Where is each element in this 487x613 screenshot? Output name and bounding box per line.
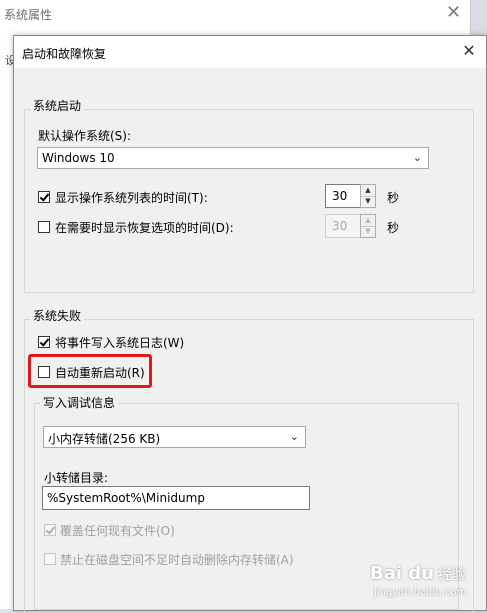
overwrite-checkbox[interactable]: [44, 524, 56, 536]
system-startup-legend: 系统启动: [30, 97, 85, 114]
show-recovery-checkbox[interactable]: [38, 221, 50, 233]
spin-down-icon[interactable]: ▼: [361, 196, 375, 207]
show-os-list-value: 30: [332, 189, 348, 203]
default-os-label: 默认操作系统(S):: [38, 129, 132, 143]
close-icon[interactable]: ✕: [458, 40, 480, 62]
show-os-list-label: 显示操作系统列表的时间(T):: [55, 191, 208, 205]
highlight-box: [28, 354, 152, 388]
default-os-select[interactable]: Windows 10 ⌄: [37, 147, 429, 169]
show-recovery-seconds[interactable]: 30: [325, 214, 361, 238]
background-window-title: 系统属性: [4, 8, 53, 22]
seconds-unit: 秒: [387, 221, 400, 235]
background-close-icon[interactable]: ✕: [446, 2, 461, 23]
seconds-unit: 秒: [387, 191, 400, 205]
show-recovery-value: 30: [332, 219, 348, 233]
default-os-value: Windows 10: [42, 151, 115, 165]
disable-auto-delete-label: 禁止在磁盘空间不足时自动删除内存转储(A): [60, 553, 294, 567]
show-os-list-checkbox[interactable]: [38, 191, 50, 203]
dump-dir-label: 小转储目录:: [44, 471, 109, 485]
dump-type-select[interactable]: 小内存转储(256 KB) ⌄: [43, 426, 306, 448]
show-os-list-spinner[interactable]: ▲ ▼: [360, 184, 376, 208]
show-os-list-seconds[interactable]: 30: [325, 184, 361, 208]
dialog-titlebar: 启动和故障恢复 ✕: [14, 36, 486, 68]
chevron-down-icon: ⌄: [289, 430, 299, 443]
show-recovery-spinner[interactable]: ▲ ▼: [360, 214, 376, 238]
watermark-url: jingyan.baidu.com: [374, 587, 467, 598]
watermark-brand: Bai du: [370, 563, 435, 584]
dump-dir-input[interactable]: %SystemRoot%\Minidump: [42, 486, 310, 510]
spin-down-icon[interactable]: ▼: [361, 226, 375, 237]
disable-auto-delete-checkbox[interactable]: [44, 553, 56, 565]
debug-info-legend: 写入调试信息: [40, 394, 119, 411]
show-recovery-label: 在需要时显示恢复选项的时间(D):: [55, 221, 234, 235]
dialog-title: 启动和故障恢复: [22, 47, 107, 61]
watermark-cn: 经验: [438, 567, 467, 583]
baidu-watermark: Bai du 经验 jingyan.baidu.com: [370, 563, 467, 598]
overwrite-label: 覆盖任何现有文件(O): [60, 524, 175, 538]
startup-recovery-dialog: 启动和故障恢复 ✕ 系统启动 默认操作系统(S): Windows 10 ⌄ 显…: [13, 35, 487, 613]
dump-type-value: 小内存转储(256 KB): [48, 432, 161, 446]
dump-dir-value: %SystemRoot%\Minidump: [47, 491, 205, 505]
write-event-label: 将事件写入系统日志(W): [55, 336, 185, 350]
system-failure-legend: 系统失败: [30, 307, 85, 324]
chevron-down-icon: ⌄: [412, 151, 422, 164]
write-event-checkbox[interactable]: [38, 336, 50, 348]
